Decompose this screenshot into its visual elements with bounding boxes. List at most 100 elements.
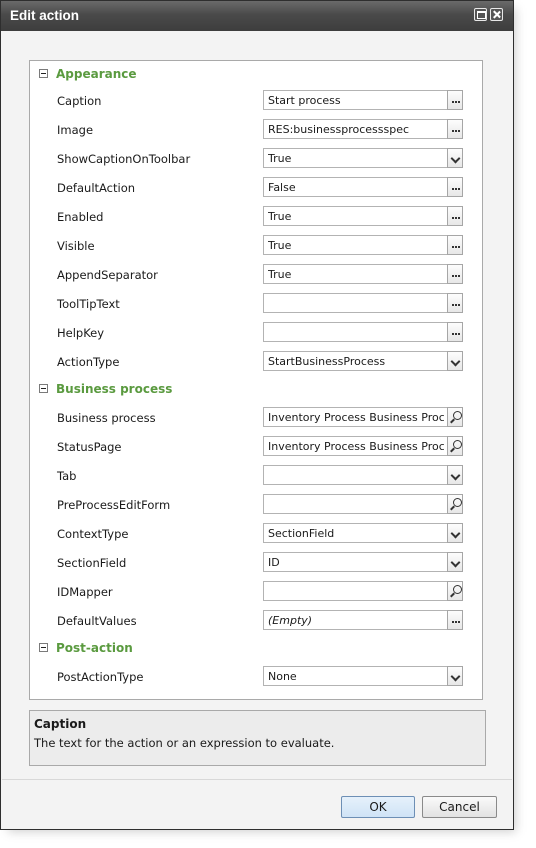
ellipsis-icon xyxy=(452,130,454,132)
ellipsis-button[interactable] xyxy=(447,264,463,284)
chevron-down-icon xyxy=(450,528,461,539)
maximize-icon[interactable] xyxy=(474,8,487,21)
ellipsis-button[interactable] xyxy=(447,322,463,342)
collapse-icon[interactable] xyxy=(39,643,48,652)
ellipsis-icon xyxy=(452,188,454,190)
visible-input[interactable]: True xyxy=(263,235,447,255)
ellipsis-button[interactable] xyxy=(447,235,463,255)
defaultaction-input[interactable]: False xyxy=(263,177,447,197)
cancel-button[interactable]: Cancel xyxy=(422,796,497,818)
helpkey-input[interactable] xyxy=(263,322,447,342)
property-editor-showcaptionontoolbar[interactable]: True xyxy=(263,148,463,168)
defaultvalues-input[interactable]: (Empty) xyxy=(263,610,447,630)
property-editor-appendseparator[interactable]: True xyxy=(263,264,463,284)
ellipsis-button[interactable] xyxy=(447,177,463,197)
property-label-preprocesseditform: PreProcessEditForm xyxy=(57,498,171,512)
property-label-caption: Caption xyxy=(57,94,102,108)
ellipsis-icon xyxy=(452,333,454,335)
ellipsis-icon xyxy=(452,304,454,306)
lookup-button[interactable] xyxy=(447,407,463,427)
section-title: Business process xyxy=(56,382,173,396)
section-title: Post-action xyxy=(56,641,133,655)
property-editor-actiontype[interactable]: StartBusinessProcess xyxy=(263,351,463,371)
property-editor-sectionfield[interactable]: ID xyxy=(263,552,463,572)
chevron-down-icon xyxy=(450,356,461,367)
property-editor-business-process[interactable]: Inventory Process Business Process xyxy=(263,407,463,427)
search-icon xyxy=(453,498,462,507)
property-editor-tooltiptext[interactable] xyxy=(263,293,463,313)
statuspage-input[interactable]: Inventory Process Business Process xyxy=(263,436,447,456)
ellipsis-button[interactable] xyxy=(447,90,463,110)
collapse-icon[interactable] xyxy=(39,69,48,78)
property-label-tooltiptext: ToolTipText xyxy=(57,297,120,311)
property-label-showcaptionontoolbar: ShowCaptionOnToolbar xyxy=(57,152,191,166)
contexttype-select[interactable]: SectionField xyxy=(263,523,447,543)
close-icon[interactable] xyxy=(490,8,503,21)
property-editor-preprocesseditform[interactable] xyxy=(263,494,463,514)
ellipsis-icon xyxy=(452,621,454,623)
ellipsis-button[interactable] xyxy=(447,119,463,139)
property-editor-postactiontype[interactable]: None xyxy=(263,666,463,686)
property-editor-contexttype[interactable]: SectionField xyxy=(263,523,463,543)
ellipsis-button[interactable] xyxy=(447,206,463,226)
lookup-button[interactable] xyxy=(447,436,463,456)
appendseparator-input[interactable]: True xyxy=(263,264,447,284)
property-editor-tab[interactable] xyxy=(263,465,463,485)
property-editor-idmapper[interactable] xyxy=(263,581,463,601)
image-input[interactable]: RES:businessprocessspec xyxy=(263,119,447,139)
chevron-down-icon xyxy=(450,153,461,164)
ellipsis-icon xyxy=(452,275,454,277)
edit-action-dialog: Edit action Appearance Caption Start pro… xyxy=(0,0,514,830)
sectionfield-select[interactable]: ID xyxy=(263,552,447,572)
property-label-enabled: Enabled xyxy=(57,210,104,224)
property-label-postactiontype: PostActionType xyxy=(57,670,144,684)
lookup-button[interactable] xyxy=(447,494,463,514)
dropdown-button[interactable] xyxy=(447,523,463,543)
idmapper-input[interactable] xyxy=(263,581,447,601)
ellipsis-button[interactable] xyxy=(447,610,463,630)
property-label-idmapper: IDMapper xyxy=(57,585,113,599)
ellipsis-icon xyxy=(452,246,454,248)
property-editor-defaultaction[interactable]: False xyxy=(263,177,463,197)
property-editor-defaultvalues[interactable]: (Empty) xyxy=(263,610,463,630)
ok-button[interactable]: OK xyxy=(341,796,415,818)
tooltiptext-input[interactable] xyxy=(263,293,447,313)
property-label-tab: Tab xyxy=(57,469,77,483)
chevron-down-icon xyxy=(450,470,461,481)
ellipsis-icon xyxy=(452,101,454,103)
postactiontype-select[interactable]: None xyxy=(263,666,447,686)
property-editor-caption[interactable]: Start process xyxy=(263,90,463,110)
actiontype-select[interactable]: StartBusinessProcess xyxy=(263,351,447,371)
dropdown-button[interactable] xyxy=(447,351,463,371)
lookup-button[interactable] xyxy=(447,581,463,601)
property-editor-enabled[interactable]: True xyxy=(263,206,463,226)
property-editor-image[interactable]: RES:businessprocessspec xyxy=(263,119,463,139)
dropdown-button[interactable] xyxy=(447,666,463,686)
property-editor-helpkey[interactable] xyxy=(263,322,463,342)
business-process-input[interactable]: Inventory Process Business Process xyxy=(263,407,447,427)
dropdown-button[interactable] xyxy=(447,465,463,485)
search-icon xyxy=(453,411,462,420)
ellipsis-button[interactable] xyxy=(447,293,463,313)
section-title: Appearance xyxy=(56,67,137,81)
title-bar[interactable]: Edit action xyxy=(1,1,513,31)
ellipsis-icon xyxy=(452,217,454,219)
property-label-actiontype: ActionType xyxy=(57,355,120,369)
collapse-icon[interactable] xyxy=(39,384,48,393)
chevron-down-icon xyxy=(450,671,461,682)
tab-select[interactable] xyxy=(263,465,447,485)
enabled-input[interactable]: True xyxy=(263,206,447,226)
property-label-defaultvalues: DefaultValues xyxy=(57,614,137,628)
property-editor-statuspage[interactable]: Inventory Process Business Process xyxy=(263,436,463,456)
showcaptionontoolbar-select[interactable]: True xyxy=(263,148,447,168)
search-icon xyxy=(453,440,462,449)
search-icon xyxy=(453,585,462,594)
property-label-statuspage: StatusPage xyxy=(57,440,122,454)
preprocesseditform-input[interactable] xyxy=(263,494,447,514)
property-label-image: Image xyxy=(57,123,94,137)
property-editor-visible[interactable]: True xyxy=(263,235,463,255)
caption-input[interactable]: Start process xyxy=(263,90,447,110)
footer-divider xyxy=(2,779,512,780)
dropdown-button[interactable] xyxy=(447,552,463,572)
dropdown-button[interactable] xyxy=(447,148,463,168)
